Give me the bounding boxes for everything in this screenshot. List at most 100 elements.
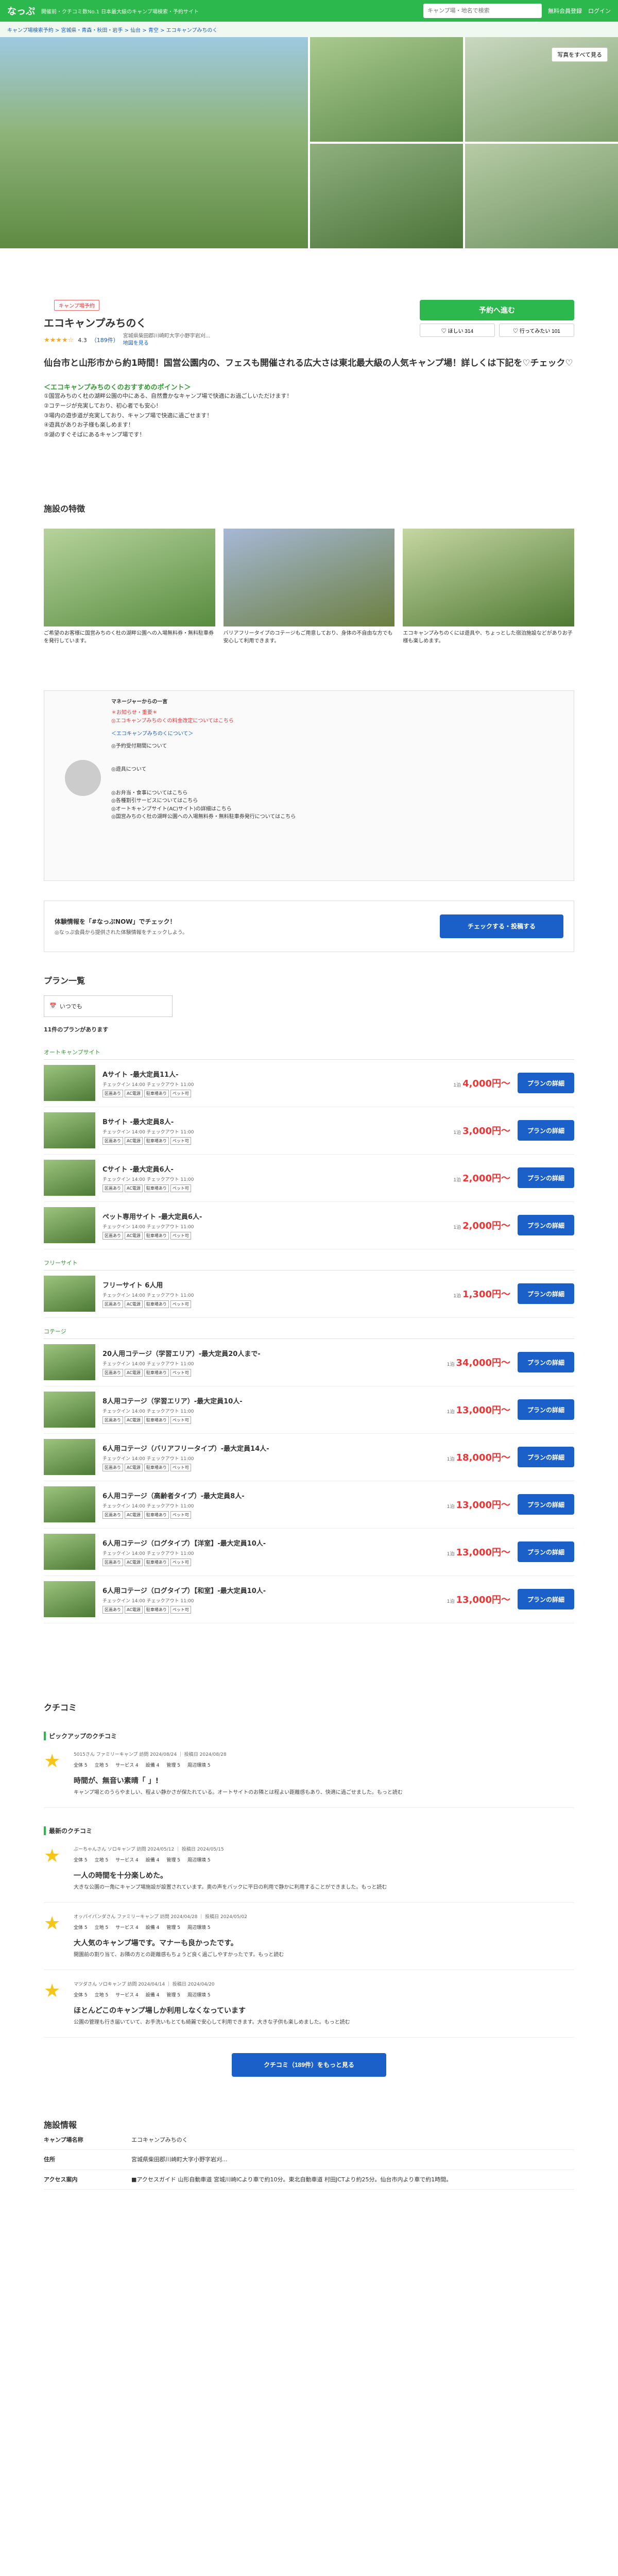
login-link[interactable]: ログイン: [588, 7, 611, 15]
plan-detail-button[interactable]: プランの詳細: [518, 1120, 574, 1141]
wish-button[interactable]: ♡ 行ってみたい 101: [499, 324, 574, 337]
plan-photo[interactable]: [44, 1439, 95, 1476]
desc-point: ④遊具がありお子様も楽しめます！: [44, 421, 134, 429]
plan-name[interactable]: 20人用コテージ（学習エリア）-最大定員20人まで-: [102, 1348, 436, 1358]
photo-thumb[interactable]: [310, 37, 463, 142]
search-input[interactable]: [423, 4, 542, 18]
review-score: 立地 5: [94, 1762, 109, 1768]
plan-photo[interactable]: [44, 1344, 95, 1381]
review-meta: 5015さん ファミリーキャンプ 訪問 2024/08/24 ｜ 投稿日 202…: [74, 1752, 227, 1757]
review-item: ★ オッパイパンダさん ファミリーキャンプ 訪問 2024/04/28 ｜ 投稿日…: [44, 1903, 574, 1970]
review-headline[interactable]: 大人気のキャンプ場です。マナーも良かったです。: [74, 1938, 574, 1948]
more-reviews-button[interactable]: クチコミ（189件）をもっと見る: [232, 2053, 386, 2077]
date-filter[interactable]: 📅 いつでも: [44, 995, 173, 1017]
plan-tag: 区画あり: [102, 1300, 123, 1308]
price-value: 2,000円～: [462, 1173, 510, 1184]
register-link[interactable]: 無料会員登録: [548, 7, 582, 15]
plan-detail-button[interactable]: プランの詳細: [518, 1589, 574, 1610]
manager-line[interactable]: ◎国営みちのく杜の湖畔公園への入場無料券・無料駐車券発行についてはこちら: [111, 813, 296, 821]
tagline: 開催前・クチコミ数No.1 日本最大級のキャンプ場検索・予約サイト: [41, 9, 199, 15]
review-count-link[interactable]: （189件）: [91, 336, 119, 344]
review-star-icon: ★: [44, 1980, 61, 2002]
manager-line[interactable]: ◎各種割引サービスについてはこちら: [111, 797, 296, 805]
plan-tag: 駐車場あり: [144, 1300, 169, 1308]
plan-name[interactable]: フリーサイト 6人用: [102, 1280, 436, 1290]
plan-detail-button[interactable]: プランの詳細: [518, 1073, 574, 1094]
photo-thumb[interactable]: [465, 144, 618, 248]
review-headline[interactable]: ほとんどこのキャンプ場しか利用しなくなっています: [74, 2005, 574, 2015]
plan-detail-button[interactable]: プランの詳細: [518, 1447, 574, 1468]
review-text: 開園前の割り当て、お隣の方との距離感もちょうど良く過ごしやすかったです。もっと読…: [74, 1952, 284, 1958]
plan-name[interactable]: 6人用コテージ（ログタイプ）【洋室】-最大定員10人-: [102, 1538, 436, 1548]
desc-heading: ＜エコキャンプみちのくのおすすめのポイント＞: [44, 384, 191, 392]
feature-caption: バリアフリータイプのコテージもご用意しており、身体の不自由な方でも安心して利用で…: [223, 630, 393, 644]
main-photo[interactable]: [0, 37, 308, 248]
plan-name[interactable]: 6人用コテージ（高齢者タイプ）-最大定員8人-: [102, 1490, 436, 1500]
plan-photo[interactable]: [44, 1486, 95, 1523]
plan-name[interactable]: 6人用コテージ（バリアフリータイプ）-最大定員14人-: [102, 1443, 436, 1453]
plan-name[interactable]: ペット専用サイト -最大定員6人-: [102, 1211, 436, 1221]
plan-tag: AC電源: [125, 1511, 143, 1519]
plan-tag: ペット可: [170, 1368, 191, 1377]
manager-line[interactable]: ◎オートキャンプサイト(AC)サイト)の詳細はこちら: [111, 805, 296, 814]
plan-count: 11件のプランがあります: [44, 1026, 109, 1033]
plan-photo[interactable]: [44, 1534, 95, 1570]
plan-tag: AC電源: [125, 1137, 143, 1145]
plan-photo[interactable]: [44, 1207, 95, 1244]
plan-detail-button[interactable]: プランの詳細: [518, 1494, 574, 1515]
plan-photo[interactable]: [44, 1392, 95, 1428]
want-button[interactable]: ♡ ほしい 314: [420, 324, 495, 337]
reserve-button[interactable]: 予約へ進む: [420, 300, 574, 320]
facility-row: キャンプ場名称 エコキャンプみちのく: [44, 2130, 574, 2150]
price-value: 1,300円～: [462, 1289, 510, 1300]
plan-tag: 区画あり: [102, 1231, 123, 1240]
plan-tags: 区画あり AC電源 駐車場あり ペット可: [102, 1368, 436, 1377]
plan-tag: 駐車場あり: [144, 1089, 169, 1097]
plan-photo[interactable]: [44, 1112, 95, 1149]
plan-info: ペット専用サイト -最大定員6人- チェックイン 14:00 チェックアウト 11…: [102, 1211, 436, 1240]
manager-notice-link[interactable]: ◎エコキャンプみちのくの料金改定についてはこちら: [111, 717, 296, 725]
plan-detail-button[interactable]: プランの詳細: [518, 1215, 574, 1236]
all-photos-button[interactable]: 写真をすべて見る: [552, 47, 608, 62]
plan-detail-button[interactable]: プランの詳細: [518, 1541, 574, 1563]
breadcrumb[interactable]: キャンプ場検索予約 > 宮城県・青森・秋田・岩手 > 仙台 > 青空 > エコキ…: [0, 22, 618, 37]
map-link[interactable]: 地図を見る: [123, 341, 149, 346]
plan-name[interactable]: 8人用コテージ（学習エリア）-最大定員10人-: [102, 1396, 436, 1405]
review-score: 立地 5: [94, 1857, 109, 1863]
plan-name[interactable]: Aサイト -最大定員11人-: [102, 1069, 436, 1079]
feature-caption: エコキャンプみちのくには遊具や、ちょっとした宿泊施設などがありお子様も楽しめます…: [403, 630, 573, 644]
manager-line[interactable]: ◎お弁当・食事についてはこちら: [111, 789, 296, 798]
plan-detail-button[interactable]: プランの詳細: [518, 1283, 574, 1304]
plan-name[interactable]: Cサイト -最大定員6人-: [102, 1164, 436, 1174]
price-prefix: 1泊: [447, 1362, 455, 1368]
plan-tags: 区画あり AC電源 駐車場あり ペット可: [102, 1558, 436, 1566]
plan-name[interactable]: Bサイト -最大定員8人-: [102, 1116, 436, 1126]
plan-tag: AC電源: [125, 1231, 143, 1240]
plan-price: 1泊 3,000円～: [443, 1124, 510, 1137]
review-headline[interactable]: 時間が、無音い素晴「 」!: [74, 1775, 574, 1786]
plan-tag: AC電源: [125, 1368, 143, 1377]
logo[interactable]: なっぷ: [7, 4, 35, 18]
plan-photo[interactable]: [44, 1065, 95, 1101]
reviews-title: クチコミ: [44, 1702, 77, 1713]
feature-photo: [223, 528, 395, 626]
plan-checkin: チェックイン 14:00 チェックアウト 11:00: [102, 1503, 194, 1509]
plan-tags: 区画あり AC電源 駐車場あり ペット可: [102, 1231, 436, 1240]
plan-name[interactable]: 6人用コテージ（ログタイプ）【和室】-最大定員10人-: [102, 1585, 436, 1595]
facility-label: 住所: [44, 2156, 55, 2163]
price-prefix: 1泊: [447, 1410, 455, 1415]
plan-list: オートキャンプサイト Aサイト -最大定員11人- チェックイン 14:00 チェッ…: [44, 1048, 574, 1623]
plan-detail-button[interactable]: プランの詳細: [518, 1167, 574, 1189]
plan-detail-button[interactable]: プランの詳細: [518, 1352, 574, 1373]
plan-photo[interactable]: [44, 1160, 95, 1196]
manager-notice: ＊お知らせ・重要＊: [111, 710, 158, 716]
plan-info: 6人用コテージ（ログタイプ）【洋室】-最大定員10人- チェックイン 14:00 …: [102, 1538, 436, 1566]
plan-tag: AC電源: [125, 1184, 143, 1192]
plan-photo[interactable]: [44, 1581, 95, 1618]
plan-photo[interactable]: [44, 1276, 95, 1312]
photo-thumb[interactable]: [310, 144, 463, 248]
review-headline[interactable]: 一人の時間を十分楽しめた。: [74, 1870, 574, 1880]
check-post-button[interactable]: チェックする・投稿する: [440, 914, 563, 938]
plan-detail-button[interactable]: プランの詳細: [518, 1399, 574, 1420]
campsite-header: キャンプ場予約 エコキャンプみちのく ★★★★☆ 4.3 （189件） 宮城県柴…: [44, 300, 210, 347]
